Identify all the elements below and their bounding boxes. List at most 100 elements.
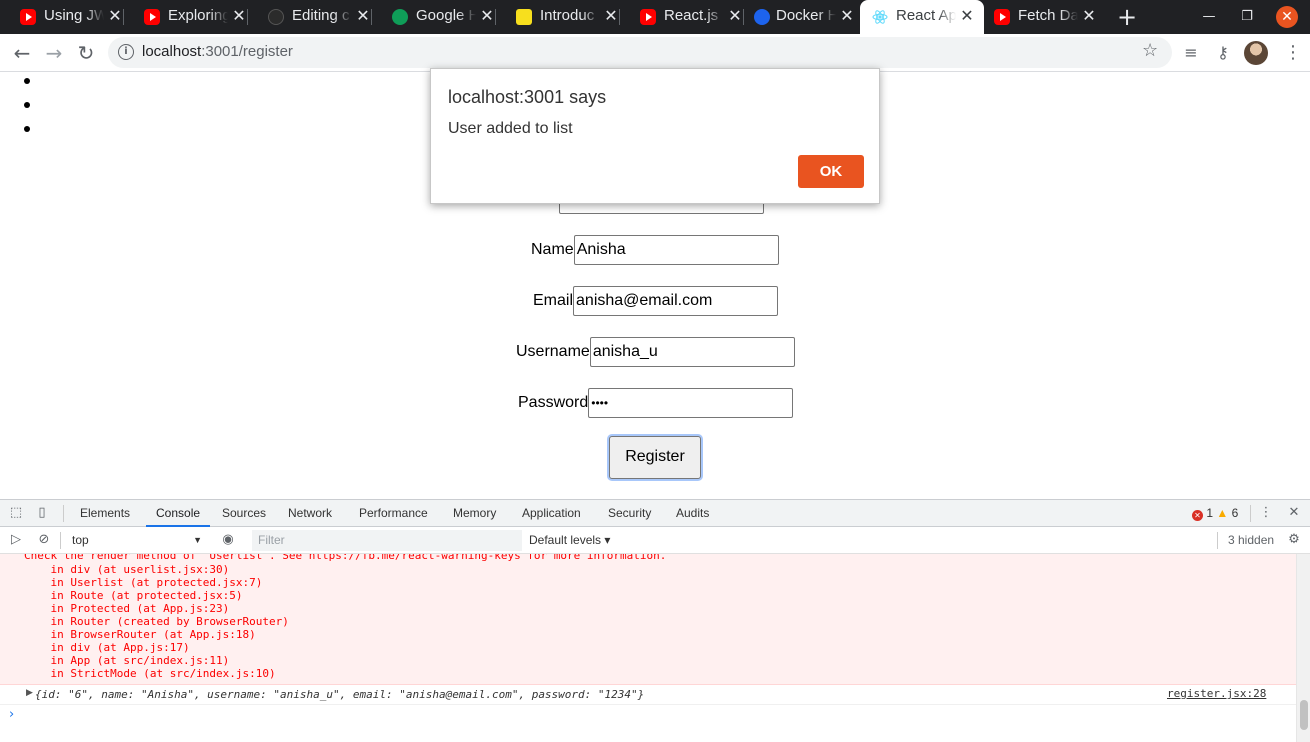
close-tab-icon[interactable]: ✕ — [958, 6, 976, 26]
browser-tab[interactable]: Fetch Da ✕ — [984, 0, 1108, 34]
chevron-down-icon: ▼ — [193, 535, 202, 545]
devtools-menu-icon[interactable]: ⋮ — [1258, 505, 1274, 521]
nav-list — [24, 78, 30, 150]
sidebar-toggle-icon[interactable]: ▷ — [8, 532, 24, 548]
error-line: in App (at src/index.js:11) — [24, 654, 230, 667]
hidden-messages-count: 3 hidden — [1228, 533, 1275, 547]
avatar[interactable] — [1244, 41, 1268, 65]
eye-icon[interactable]: ◉ — [220, 532, 236, 548]
name-field-row: Name Anisha — [531, 235, 779, 265]
scrollbar-thumb[interactable] — [1300, 700, 1308, 730]
reading-list-icon[interactable]: ≡ — [1180, 43, 1202, 63]
close-tab-icon[interactable]: ✕ — [106, 6, 124, 26]
context-select[interactable]: top ▼ — [66, 531, 206, 550]
forward-button[interactable]: → — [41, 40, 67, 66]
tab-network[interactable]: Network — [288, 500, 332, 527]
site-info-icon[interactable]: i — [118, 44, 134, 60]
devtools-panel: ⬚ ▯ Elements Console Sources Network Per… — [0, 499, 1310, 742]
minimize-icon[interactable]: — — [1197, 6, 1221, 28]
restore-icon[interactable]: ❐ — [1235, 6, 1259, 28]
log-object-text: {id: "6", name: "Anisha", username: "ani… — [35, 688, 645, 701]
issue-counter[interactable]: ✕ 1 ▲ 6 — [1192, 506, 1238, 521]
console-log-row[interactable]: ▶ {id: "6", name: "Anisha", username: "a… — [0, 685, 1296, 705]
console-output: Check the render method of `Userlist`. S… — [0, 554, 1296, 742]
ok-button[interactable]: OK — [798, 155, 864, 188]
youtube-icon — [20, 9, 36, 25]
youtube-icon — [144, 9, 160, 25]
tab-sources[interactable]: Sources — [222, 500, 266, 527]
close-tab-icon[interactable]: ✕ — [726, 6, 744, 26]
dialog-message: User added to list — [448, 120, 573, 137]
log-source-link[interactable]: register.jsx:28 — [1167, 687, 1266, 700]
new-tab-button[interactable]: + — [1114, 4, 1140, 30]
tab-security[interactable]: Security — [608, 500, 651, 527]
password-input[interactable]: •••• — [588, 388, 794, 418]
github-icon — [268, 9, 284, 25]
tab-elements[interactable]: Elements — [80, 500, 130, 527]
tab-console[interactable]: Console — [146, 500, 211, 527]
username-field-row: Username anisha_u — [516, 337, 795, 367]
tab-performance[interactable]: Performance — [359, 500, 428, 527]
js-icon — [516, 9, 532, 25]
browser-tab-strip: Using JWT ✕ Exploring ✕ Editing c ✕ Goog… — [0, 0, 1310, 34]
password-field-row: Password •••• — [518, 388, 794, 418]
console-filter-input[interactable]: Filter — [252, 530, 522, 551]
browser-tab[interactable]: React.js ✕ — [620, 0, 744, 34]
close-tab-icon[interactable]: ✕ — [838, 6, 856, 26]
browser-tab[interactable]: Using JWT ✕ — [0, 0, 124, 34]
reload-button[interactable]: ↻ — [73, 40, 99, 66]
username-label: Username — [516, 343, 590, 360]
error-icon: ✕ — [1192, 510, 1203, 521]
error-line: in div (at userlist.jsx:30) — [24, 563, 230, 576]
youtube-icon — [994, 9, 1010, 25]
email-input[interactable]: anisha@email.com — [573, 286, 779, 316]
console-settings-icon[interactable]: ⚙ — [1286, 532, 1302, 548]
close-devtools-icon[interactable]: ✕ — [1286, 505, 1302, 521]
name-input[interactable]: Anisha — [573, 235, 779, 265]
error-line: in Router (created by BrowserRouter) — [24, 615, 289, 628]
browser-tab[interactable]: Google H ✕ — [372, 0, 496, 34]
browser-tab[interactable]: Introduc ✕ — [496, 0, 620, 34]
close-tab-icon[interactable]: ✕ — [230, 6, 248, 26]
tab-audits[interactable]: Audits — [676, 500, 709, 527]
error-line: in StrictMode (at src/index.js:10) — [24, 667, 276, 680]
browser-tab[interactable]: Docker H ✕ — [744, 0, 860, 34]
react-icon — [872, 10, 888, 24]
close-tab-icon[interactable]: ✕ — [1080, 6, 1098, 26]
browser-menu-icon[interactable]: ⋮ — [1284, 42, 1302, 63]
close-tab-icon[interactable]: ✕ — [602, 6, 620, 26]
error-line: in BrowserRouter (at App.js:18) — [24, 628, 256, 641]
expand-triangle-icon[interactable]: ▶ — [26, 688, 33, 698]
console-filter-bar: ▷ ⊘ top ▼ ◉ Filter Default levels ▾ 3 hi… — [0, 527, 1310, 554]
browser-tab[interactable]: Editing c ✕ — [248, 0, 372, 34]
register-button[interactable]: Register — [609, 436, 701, 479]
youtube-icon — [640, 9, 656, 25]
error-line: in Userlist (at protected.jsx:7) — [24, 576, 263, 589]
window-close-button[interactable]: ✕ — [1276, 6, 1298, 28]
console-prompt-icon[interactable]: › — [9, 707, 14, 722]
close-tab-icon[interactable]: ✕ — [478, 6, 496, 26]
list-item — [24, 102, 30, 108]
console-scrollbar[interactable] — [1296, 554, 1310, 742]
tab-memory[interactable]: Memory — [453, 500, 496, 527]
clear-console-icon[interactable]: ⊘ — [36, 532, 52, 548]
console-error-message: Check the render method of `Userlist`. S… — [0, 554, 1296, 685]
browser-tab[interactable]: Exploring ✕ — [124, 0, 248, 34]
inspect-element-icon[interactable]: ⬚ — [8, 505, 24, 521]
tab-application[interactable]: Application — [522, 500, 581, 527]
log-levels-dropdown[interactable]: Default levels ▾ — [529, 531, 610, 550]
bookmark-star-icon[interactable]: ☆ — [1142, 40, 1158, 61]
email-label: Email — [533, 292, 574, 309]
address-bar[interactable]: i localhost:3001/register ☆ — [108, 37, 1172, 68]
back-button[interactable]: ← — [9, 40, 35, 66]
error-line: in Protected (at App.js:23) — [24, 602, 230, 615]
name-label: Name — [531, 241, 574, 258]
device-toolbar-icon[interactable]: ▯ — [34, 505, 50, 521]
key-icon[interactable]: ⚷ — [1212, 43, 1234, 63]
url-text[interactable]: localhost:3001/register — [142, 43, 293, 60]
hangouts-icon — [392, 9, 408, 25]
docker-icon — [754, 9, 770, 25]
close-tab-icon[interactable]: ✕ — [354, 6, 372, 26]
browser-tab-active[interactable]: React Ap ✕ — [860, 0, 984, 34]
username-input[interactable]: anisha_u — [589, 337, 795, 367]
